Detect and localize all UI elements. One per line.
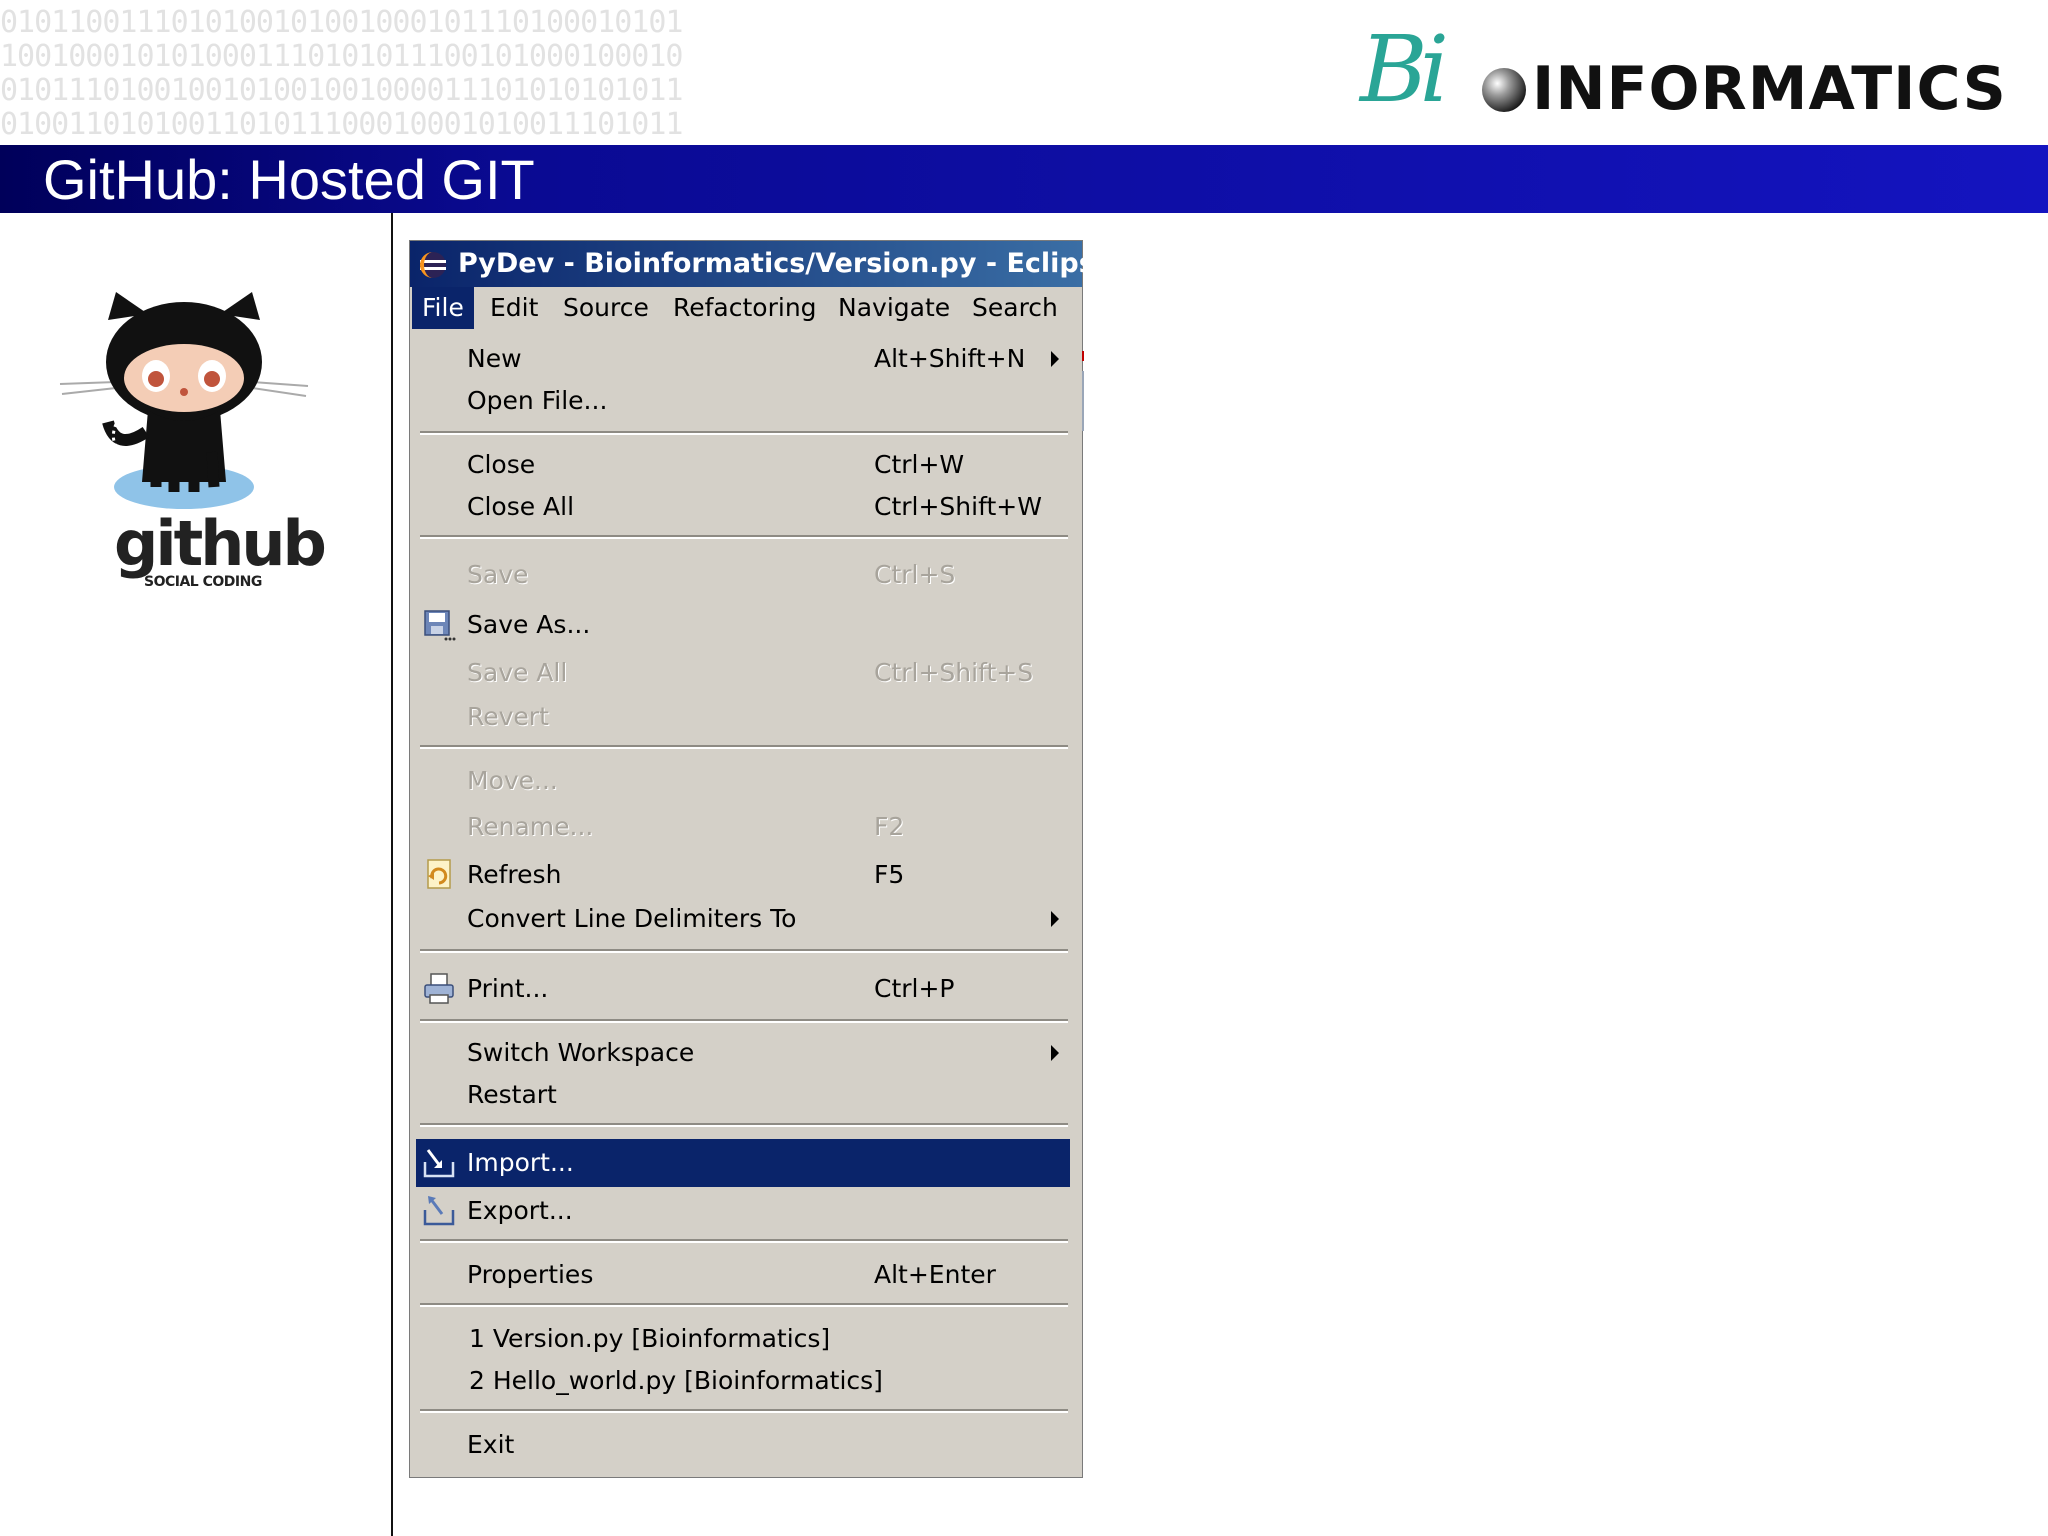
menu-item-shortcut: F2 [874, 812, 905, 841]
menu-separator [420, 535, 1068, 539]
menu-separator [420, 949, 1068, 953]
eclipse-icon [420, 252, 446, 278]
menu-item-label: Refresh [467, 860, 562, 889]
save-as-icon [424, 610, 456, 641]
menu-separator [420, 1019, 1068, 1023]
menu-item-close[interactable]: Close Ctrl+W [416, 445, 1070, 485]
file-menu-dropdown: New Alt+Shift+N Open File... Close Ctrl+… [410, 329, 1082, 1477]
menu-item-save-as[interactable]: Save As... [416, 603, 1070, 647]
submenu-arrow-icon [1051, 351, 1059, 367]
menu-item-rename: Rename... F2 [416, 807, 1070, 847]
menu-item-label: Export... [467, 1196, 573, 1225]
menu-separator [420, 431, 1068, 435]
menu-item-shortcut: Ctrl+S [874, 560, 956, 589]
menu-file[interactable]: File [412, 287, 474, 329]
menu-item-label: Close All [467, 492, 575, 521]
menu-item-label: Save As... [467, 610, 591, 639]
slide-title: GitHub: Hosted GIT [43, 148, 535, 211]
github-octocat-logo: github SOCIAL CODING [56, 282, 327, 612]
menu-item-exit[interactable]: Exit [416, 1425, 1070, 1465]
menu-item-label: Import... [467, 1148, 574, 1177]
menu-navigate[interactable]: Navigate [828, 287, 960, 329]
menu-item-move: Move... [416, 761, 1070, 801]
menu-search[interactable]: Search [962, 287, 1068, 329]
menu-item-label: Save [467, 560, 529, 589]
menu-item-convert-line-delimiters[interactable]: Convert Line Delimiters To [416, 899, 1070, 939]
menu-item-save: Save Ctrl+S [416, 555, 1070, 595]
menu-item-shortcut: Alt+Shift+N [874, 344, 1026, 373]
menu-item-label: 1 Version.py [Bioinformatics] [469, 1324, 831, 1353]
menu-item-label: Properties [467, 1260, 594, 1289]
menu-item-switch-workspace[interactable]: Switch Workspace [416, 1033, 1070, 1073]
menu-item-export[interactable]: Export... [416, 1189, 1070, 1233]
menu-item-label: Restart [467, 1080, 557, 1109]
menu-edit[interactable]: Edit [480, 287, 548, 329]
menu-item-label: Close [467, 450, 536, 479]
menu-item-label: Exit [467, 1430, 515, 1459]
menu-item-revert: Revert [416, 697, 1070, 737]
import-icon [423, 1149, 455, 1178]
menu-item-shortcut: Ctrl+P [874, 974, 955, 1003]
menu-item-close-all[interactable]: Close All Ctrl+Shift+W [416, 487, 1070, 527]
github-tagline: SOCIAL CODING [144, 574, 262, 590]
menu-source[interactable]: Source [553, 287, 659, 329]
vertical-divider [391, 213, 393, 1536]
menu-item-label: Switch Workspace [467, 1038, 695, 1067]
menu-item-label: Save All [467, 658, 568, 687]
menu-item-label: Convert Line Delimiters To [467, 904, 797, 933]
logo-informatics-text: INFORMATICS [1532, 54, 2007, 124]
menu-item-shortcut: F5 [874, 860, 905, 889]
eclipse-window: PyDev - Bioinformatics/Version.py - Ecli… [409, 240, 1113, 1478]
menu-item-properties[interactable]: Properties Alt+Enter [416, 1255, 1070, 1295]
menu-bar: File Edit Source Refactoring Navigate Se… [410, 287, 1082, 329]
refresh-icon [427, 859, 451, 889]
menu-item-import[interactable]: Import... [416, 1139, 1070, 1187]
export-icon [423, 1196, 455, 1226]
github-wordmark: github [114, 507, 327, 580]
menu-item-shortcut: Ctrl+Shift+W [874, 492, 1042, 521]
window-title: PyDev - Bioinformatics/Version.py - Ecli… [458, 248, 1114, 279]
menu-separator [420, 1303, 1068, 1307]
submenu-arrow-icon [1051, 1045, 1059, 1061]
menu-item-new[interactable]: New Alt+Shift+N [416, 339, 1070, 379]
menu-item-shortcut: Ctrl+Shift+S [874, 658, 1034, 687]
menu-item-label: Print... [467, 974, 549, 1003]
menu-item-shortcut: Alt+Enter [874, 1260, 996, 1289]
menu-item-refresh[interactable]: Refresh F5 [416, 853, 1070, 897]
menu-item-label: Move... [467, 766, 558, 795]
print-icon [424, 973, 454, 1004]
menu-refactoring[interactable]: Refactoring [663, 287, 827, 329]
menu-item-open-file[interactable]: Open File... [416, 381, 1070, 421]
menu-separator [420, 745, 1068, 749]
binary-background-pattern: 0101100111010100101001000101110100010101… [0, 6, 683, 142]
menu-item-label: New [467, 344, 522, 373]
bioinformatics-logo: Bi INFORMATICS [1360, 16, 2020, 124]
menu-item-restart[interactable]: Restart [416, 1075, 1070, 1115]
menu-separator [420, 1123, 1068, 1127]
menu-item-label: Revert [467, 702, 549, 731]
logo-bi-letters: Bi [1360, 16, 1449, 123]
menu-item-label: 2 Hello_world.py [Bioinformatics] [469, 1366, 883, 1395]
logo-sphere-icon [1482, 68, 1526, 112]
menu-item-shortcut: Ctrl+W [874, 450, 965, 479]
menu-item-print[interactable]: Print... Ctrl+P [416, 967, 1070, 1011]
slide-title-bar: GitHub: Hosted GIT [0, 145, 2048, 213]
menu-item-recent-file[interactable]: 2 Hello_world.py [Bioinformatics] [416, 1361, 1070, 1401]
window-titlebar[interactable]: PyDev - Bioinformatics/Version.py - Ecli… [410, 241, 1113, 287]
menu-item-recent-file[interactable]: 1 Version.py [Bioinformatics] [416, 1319, 1070, 1359]
menu-item-label: Open File... [467, 386, 608, 415]
menu-separator [420, 1239, 1068, 1243]
submenu-arrow-icon [1051, 911, 1059, 927]
menu-separator [420, 1409, 1068, 1413]
menu-item-label: Rename... [467, 812, 594, 841]
menu-item-save-all: Save All Ctrl+Shift+S [416, 653, 1070, 693]
